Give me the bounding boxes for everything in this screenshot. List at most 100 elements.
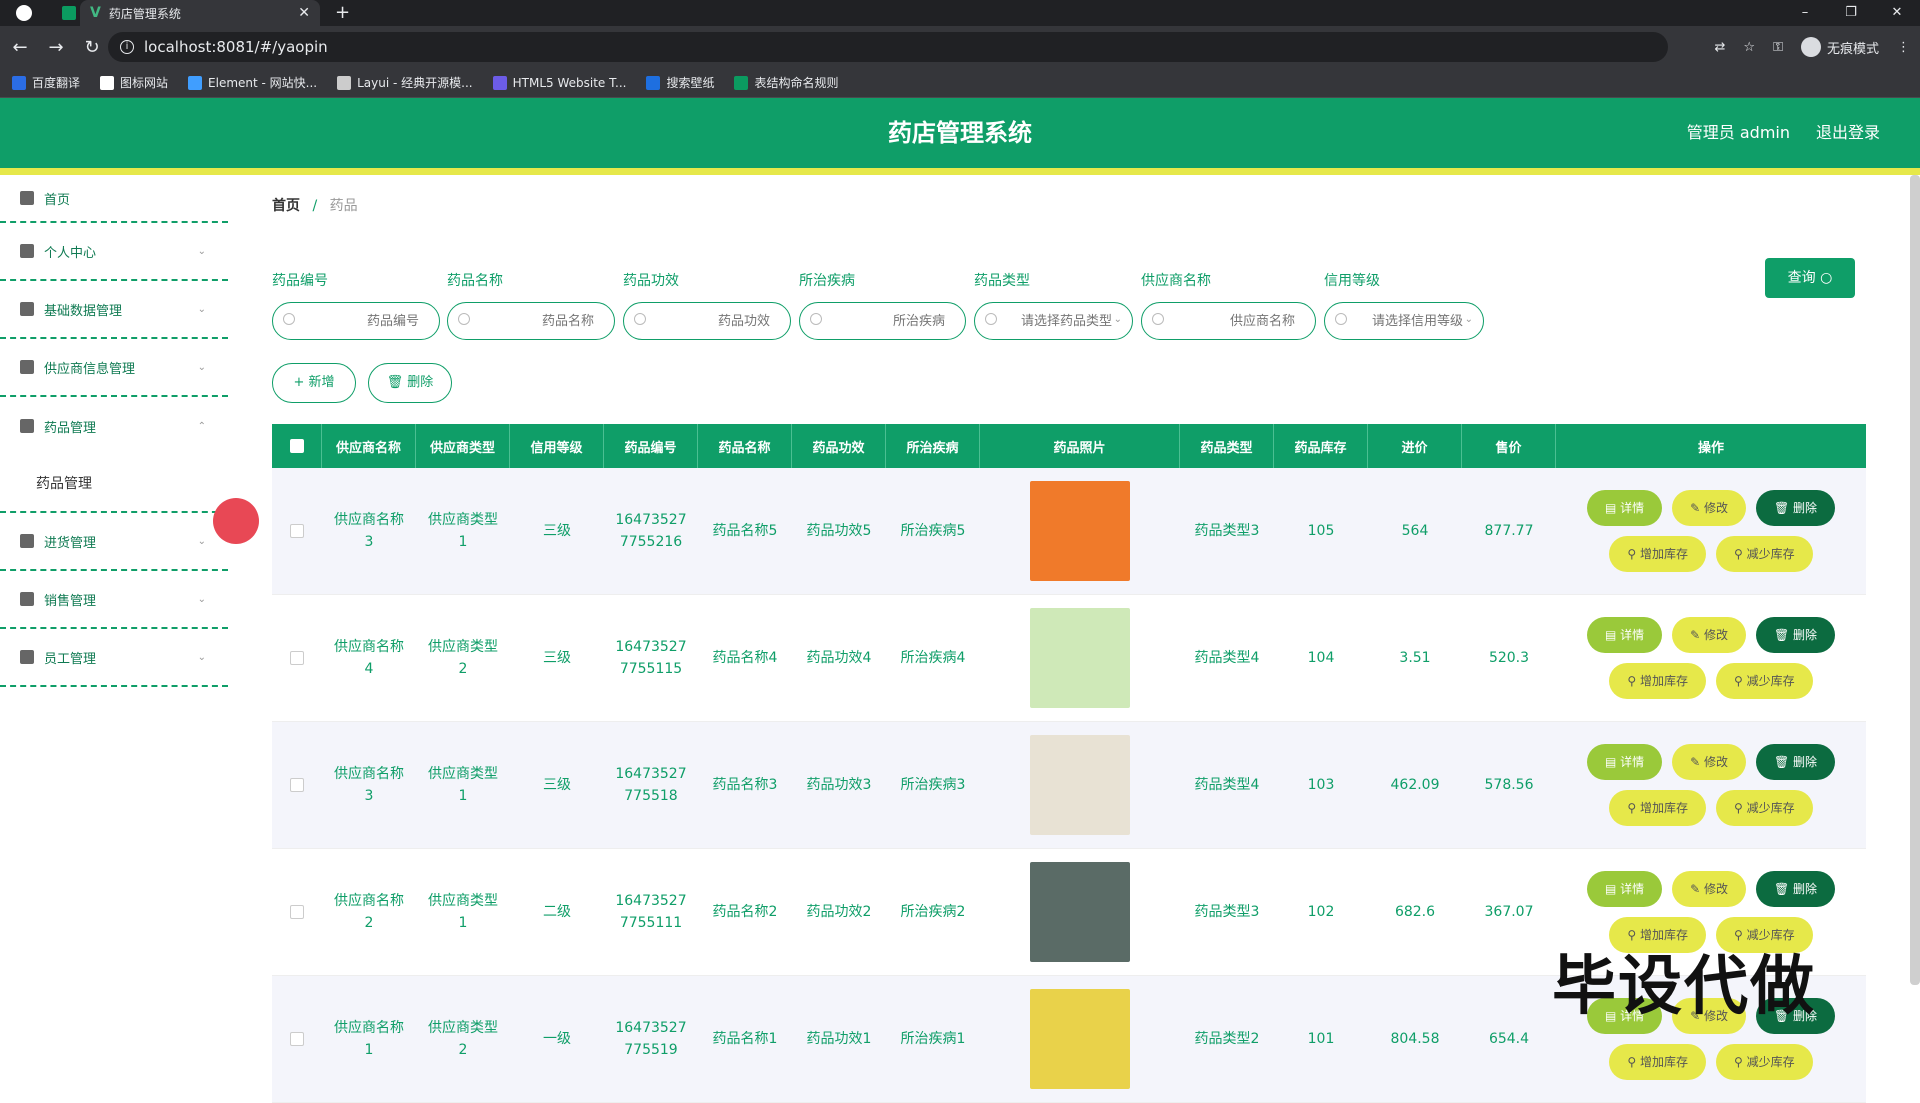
row-checkbox[interactable] — [290, 778, 304, 792]
close-window-icon[interactable]: ✕ — [1874, 0, 1920, 26]
bookmark-item[interactable]: 百度翻译 — [12, 74, 80, 91]
detail-button[interactable]: ▤ 详情 — [1586, 617, 1663, 653]
filter-input-box[interactable] — [799, 302, 966, 340]
table-cell-effect: 药品功效4 — [792, 595, 886, 721]
table-cell-code: 16473527 775518 — [604, 722, 698, 848]
drug-photo — [1030, 862, 1130, 962]
new-tab-button[interactable]: + — [335, 2, 350, 23]
sidebar-item-supplier[interactable]: 供应商信息管理 ⌄ — [0, 339, 228, 397]
decrease-stock-button[interactable]: ⚲ 减少库存 — [1716, 536, 1813, 572]
sidebar-item-personal[interactable]: 个人中心 ⌄ — [0, 223, 228, 281]
table-cell-photo — [980, 722, 1180, 848]
table-cell-stock: 102 — [1274, 849, 1368, 975]
cell-value: 654.4 — [1488, 1031, 1530, 1047]
filter-input-box[interactable]: ⌄ — [1324, 302, 1484, 340]
detail-button[interactable]: ▤ 详情 — [1586, 744, 1663, 780]
filter-input[interactable] — [1172, 311, 1295, 331]
filter-input-box[interactable] — [272, 302, 440, 340]
cell-value: 供应商名称3 — [334, 766, 404, 804]
edit-button[interactable]: ✎ 修改 — [1672, 617, 1746, 653]
select-all-checkbox[interactable] — [289, 439, 304, 453]
edit-button[interactable]: ✎ 修改 — [1672, 490, 1746, 526]
site-info-icon[interactable]: i — [120, 40, 134, 54]
row-checkbox[interactable] — [290, 651, 304, 665]
delete-button[interactable]: 🗑 删除 — [1755, 617, 1836, 653]
delete-button[interactable]: 🗑 删除 — [1755, 871, 1836, 907]
cell-value: 105 — [1307, 523, 1335, 539]
search-icon — [283, 313, 295, 325]
increase-stock-button[interactable]: ⚲ 增加库存 — [1609, 663, 1706, 699]
breadcrumb-home[interactable]: 首页 — [272, 198, 300, 214]
sidebar-item-staff[interactable]: 员工管理 ⌄ — [0, 629, 228, 687]
filter-input-box[interactable] — [623, 302, 791, 340]
filter-input[interactable] — [1355, 311, 1463, 331]
drug-photo — [1030, 989, 1130, 1089]
column-header-label: 药品照片 — [1053, 440, 1106, 456]
bookmark-item[interactable]: Element - 网站快... — [188, 74, 317, 91]
bookmark-label: Layui - 经典开源模... — [357, 76, 473, 90]
logout-link[interactable]: 退出登录 — [1816, 98, 1880, 168]
sidebar-item-sales[interactable]: 销售管理 ⌄ — [0, 571, 228, 629]
table-cell-stock: 105 — [1274, 468, 1368, 594]
delete-button[interactable]: 🗑 删除 — [1755, 744, 1836, 780]
increase-stock-button[interactable]: ⚲ 增加库存 — [1609, 536, 1706, 572]
filter-input[interactable] — [830, 311, 945, 331]
back-icon[interactable]: ← — [4, 37, 36, 58]
browser-tab[interactable]: V 药店管理系统 ✕ — [80, 0, 320, 26]
translate-icon[interactable]: ⇄ — [1715, 40, 1726, 55]
forward-icon[interactable]: → — [40, 37, 72, 58]
bookmark-item[interactable]: 图标网站 — [100, 74, 168, 91]
table-cell-name: 药品名称5 — [698, 468, 792, 594]
decrease-stock-button[interactable]: ⚲ 减少库存 — [1716, 663, 1813, 699]
detail-button[interactable]: ▤ 详情 — [1586, 490, 1663, 526]
tab-close-icon[interactable]: ✕ — [298, 5, 310, 21]
row-checkbox[interactable] — [290, 1032, 304, 1046]
bookmark-item[interactable]: Layui - 经典开源模... — [337, 74, 473, 91]
increase-stock-button[interactable]: ⚲ 增加库存 — [1609, 1044, 1706, 1080]
bookmark-icon — [646, 75, 661, 90]
sidebar-item-basic-data[interactable]: 基础数据管理 ⌄ — [0, 281, 228, 339]
bookmark-item[interactable]: 搜索壁纸 — [646, 74, 714, 91]
increase-stock-button[interactable]: ⚲ 增加库存 — [1609, 790, 1706, 826]
bookmark-item[interactable]: 表结构命名规则 — [734, 74, 838, 91]
query-button[interactable]: 查询 ○ — [1765, 258, 1855, 298]
row-checkbox[interactable] — [290, 524, 304, 538]
decrease-stock-button[interactable]: ⚲ 减少库存 — [1716, 1044, 1813, 1080]
bookmark-item[interactable]: HTML5 Website T... — [492, 75, 626, 90]
filter-input[interactable] — [303, 311, 419, 331]
delete-button[interactable]: 🗑 删除 — [1755, 490, 1836, 526]
table-cell-cost: 804.58 — [1368, 976, 1462, 1102]
edit-button[interactable]: ✎ 修改 — [1672, 744, 1746, 780]
decrease-stock-button[interactable]: ⚲ 减少库存 — [1716, 790, 1813, 826]
row-checkbox[interactable] — [290, 905, 304, 919]
filter-input-box[interactable] — [1141, 302, 1316, 340]
filter-input[interactable] — [478, 311, 594, 331]
sidebar-item-drug[interactable]: 药品管理 ⌃ — [0, 397, 228, 455]
filter-input-box[interactable]: ⌄ — [974, 302, 1133, 340]
cell-value: 804.58 — [1390, 1031, 1440, 1047]
sidebar-item-purchase[interactable]: 进货管理 ⌄ — [0, 513, 228, 571]
reload-icon[interactable]: ↻ — [76, 37, 108, 58]
table-cell-name: 药品名称2 — [698, 849, 792, 975]
filter-input[interactable] — [654, 311, 770, 331]
star-icon[interactable]: ☆ — [1743, 40, 1755, 55]
sidebar-subitem-drug-manage[interactable]: 药品管理 — [0, 455, 228, 513]
edit-button[interactable]: ✎ 修改 — [1672, 871, 1746, 907]
page-scrollbar[interactable] — [1910, 175, 1920, 985]
sidebar-item-label: 销售管理 — [44, 593, 97, 609]
table-cell-effect: 药品功效5 — [792, 468, 886, 594]
batch-delete-button[interactable]: 🗑 删除 — [368, 363, 452, 403]
table-cell-stype: 供应商类型1 — [416, 849, 510, 975]
sidebar-item-home[interactable]: 首页 — [0, 175, 228, 223]
filter-input[interactable] — [1005, 311, 1112, 331]
add-button[interactable]: + 新增 — [272, 363, 356, 403]
table-cell-credit: 三级 — [510, 722, 604, 848]
filter-input-box[interactable] — [447, 302, 615, 340]
incognito-badge[interactable]: 无痕模式 — [1800, 37, 1879, 57]
minimize-icon[interactable]: – — [1782, 0, 1828, 26]
restore-icon[interactable]: ❐ — [1828, 0, 1874, 26]
url-field[interactable]: i localhost:8081/#/yaopin — [108, 32, 1668, 62]
key-icon[interactable]: ⚿ — [1773, 40, 1783, 55]
detail-button[interactable]: ▤ 详情 — [1586, 871, 1663, 907]
more-menu-icon[interactable]: ⋮ — [1897, 40, 1910, 55]
